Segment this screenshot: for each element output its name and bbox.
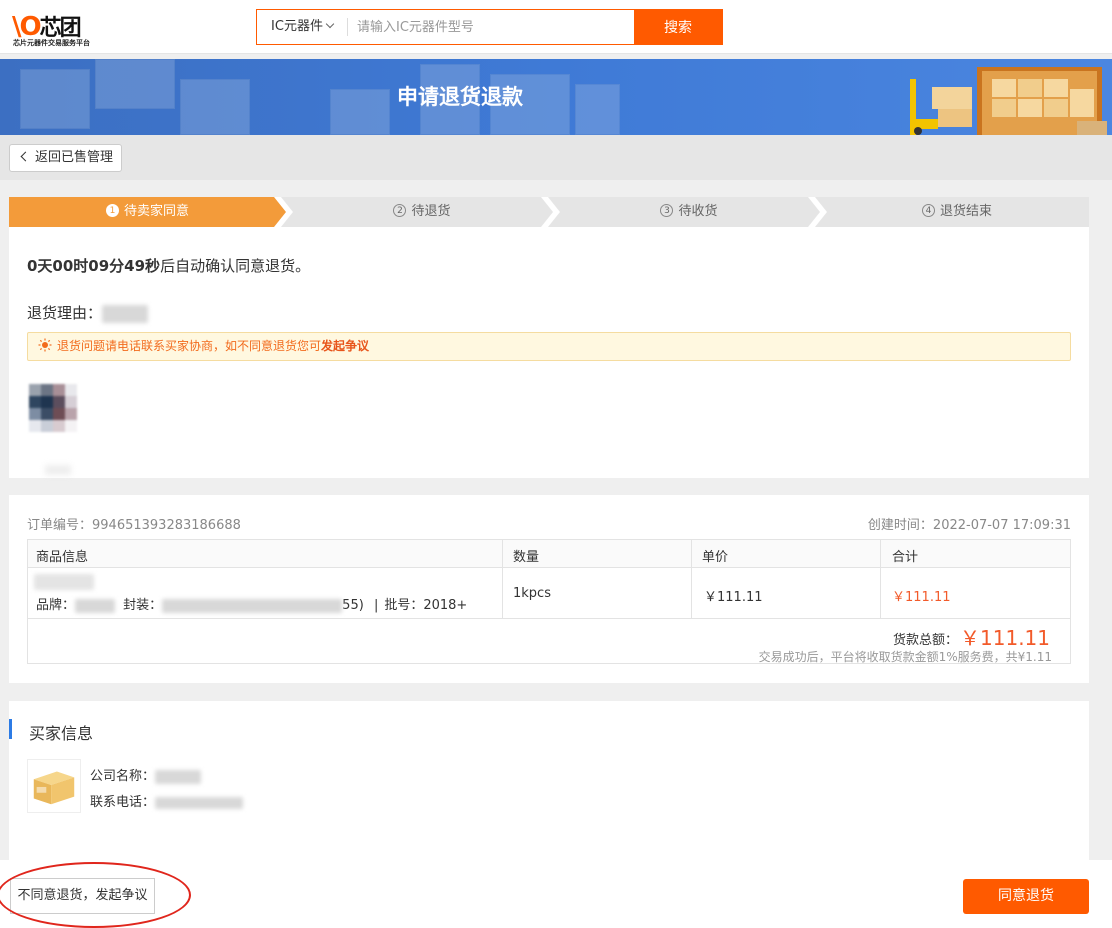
countdown-message: 0天00时09分49秒后自动确认同意退货。 — [27, 255, 310, 276]
order-created-time: 创建时间：2022-07-07 17:09:31 — [868, 514, 1071, 533]
step-number: 4 — [921, 204, 935, 217]
order-number-value: 994651393283186688 — [92, 518, 241, 533]
product-attributes: 品牌： 封装： 55) | 批号：2018+ — [36, 594, 467, 613]
step-return-finished: 4 退货结束 — [825, 197, 1089, 227]
order-info-card: 订单编号：994651393283186688 创建时间：2022-07-07 … — [9, 495, 1089, 683]
created-time-value: 2022-07-07 17:09:31 — [932, 518, 1071, 533]
column-header-quantity: 数量 — [513, 550, 540, 565]
column-header-unit-price: 单价 — [702, 550, 729, 565]
page-title: 申请退货退款 — [397, 85, 523, 109]
company-name: 公司名称： — [90, 765, 202, 784]
quantity-value: 1kpcs — [513, 586, 551, 601]
step-label: 待卖家同意 — [123, 204, 189, 219]
redacted-reason — [102, 304, 149, 323]
top-header: \O芯团 芯片元器件交易服务平台 IC元器件 搜索 — [0, 0, 1112, 54]
step-label: 待退货 — [411, 204, 451, 219]
redacted-brand — [75, 598, 116, 613]
redacted-caption — [45, 465, 71, 475]
step-number: 3 — [660, 204, 674, 217]
redacted-company-name — [155, 769, 202, 784]
step-number: 2 — [393, 204, 407, 217]
search-divider — [347, 18, 348, 36]
evidence-thumbnail[interactable] — [29, 384, 77, 432]
chevron-left-icon — [20, 151, 31, 162]
back-bar: 返回已售管理 — [0, 135, 1112, 180]
step-pending-return: 2 待退货 — [291, 197, 553, 227]
chevron-down-icon — [325, 19, 335, 29]
created-time-label: 创建时间： — [867, 518, 933, 533]
search-category-label: IC元器件 — [271, 19, 323, 34]
logo-tagline: 芯片元器件交易服务平台 — [13, 39, 90, 47]
column-header-product: 商品信息 — [36, 550, 89, 565]
column-header-subtotal: 合计 — [892, 550, 919, 565]
buyer-info-card: 买家信息 公司名称： 联系电话： — [9, 701, 1089, 863]
company-name-label: 公司名称： — [90, 769, 156, 784]
page-banner: 申请退货退款 — [0, 59, 1112, 135]
refund-status-card: 1 待卖家同意 2 待退货 3 待收货 4 退货结束 0天00时09分49秒后自动确认同… — [9, 197, 1089, 478]
countdown-timer: 0天00时09分49秒 — [27, 257, 161, 275]
order-number: 订单编号：994651393283186688 — [27, 514, 241, 533]
table-divider — [28, 618, 1070, 619]
return-reason: 退货理由： — [27, 302, 149, 323]
section-accent-bar — [9, 719, 12, 739]
step-number: 1 — [105, 204, 119, 217]
total-label: 货款总额： — [892, 633, 958, 648]
total-amount: ￥111.11 — [960, 626, 1050, 650]
batch-value: 2018+ — [423, 598, 468, 613]
contact-phone-label: 联系电话： — [90, 795, 156, 810]
search-bar: IC元器件 搜索 — [256, 9, 723, 45]
notice-text: 退货问题请电话联系买家协商，如不同意退货您可 — [57, 339, 322, 353]
attribute-separator: | — [373, 598, 379, 613]
brand-label: 品牌： — [36, 598, 76, 613]
action-footer: 不同意退货，发起争议 同意退货 — [0, 860, 1112, 928]
back-button-label: 返回已售管理 — [35, 150, 114, 165]
search-button[interactable]: 搜索 — [634, 9, 722, 45]
unit-price-value: ￥111.11 — [704, 590, 763, 605]
order-table: 商品信息 数量 单价 合计 品牌： 封装： 55) | 批号：2018+ 1kpcs… — [27, 539, 1071, 664]
search-category-select[interactable]: IC元器件 — [257, 10, 347, 44]
sun-icon — [38, 338, 52, 352]
redacted-package — [162, 598, 343, 613]
back-button[interactable]: 返回已售管理 — [9, 144, 122, 172]
step-label: 待收货 — [678, 204, 718, 219]
countdown-text: 后自动确认同意退货。 — [160, 257, 311, 275]
step-pending-receipt: 3 待收货 — [558, 197, 820, 227]
logo[interactable]: \O芯团 芯片元器件交易服务平台 — [12, 8, 108, 48]
forklift-container-illustration — [910, 67, 1107, 135]
service-fee-note: 交易成功后，平台将收取货款金额1%服务费，共¥1.11 — [758, 650, 1052, 664]
package-label: 封装： — [123, 598, 163, 613]
dispute-link[interactable]: 发起争议 — [321, 339, 369, 353]
notice-banner: 退货问题请电话联系买家协商，如不同意退货您可发起争议 — [27, 332, 1071, 361]
step-label: 退货结束 — [939, 204, 992, 219]
dispute-button[interactable]: 不同意退货，发起争议 — [10, 878, 155, 914]
subtotal-value: ￥111.11 — [892, 590, 951, 605]
redacted-product-name — [34, 574, 94, 590]
order-number-label: 订单编号： — [27, 518, 93, 533]
package-value-tail: 55) — [342, 598, 364, 613]
agree-return-button[interactable]: 同意退货 — [963, 879, 1089, 914]
buyer-section-title: 买家信息 — [29, 724, 94, 743]
company-avatar — [27, 759, 81, 813]
return-reason-label: 退货理由： — [27, 304, 103, 322]
search-input[interactable] — [357, 10, 635, 44]
contact-phone: 联系电话： — [90, 791, 244, 810]
step-pending-seller: 1 待卖家同意 — [9, 197, 286, 227]
redacted-phone — [155, 796, 244, 809]
batch-label: 批号： — [384, 598, 424, 613]
